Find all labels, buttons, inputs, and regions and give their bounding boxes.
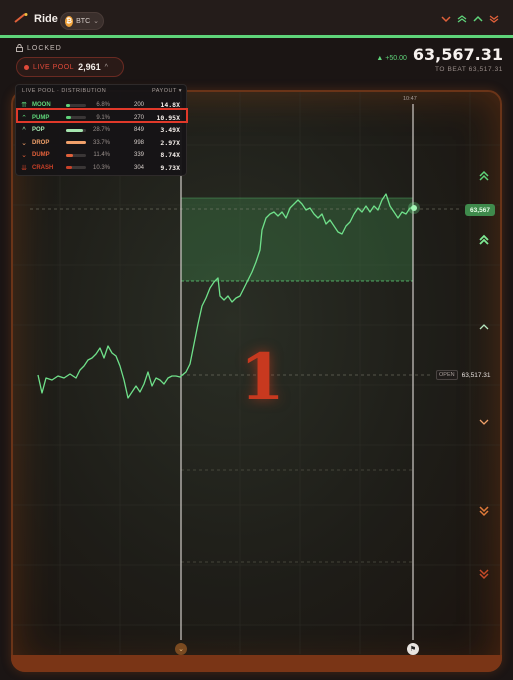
- pump-zone-icon[interactable]: [477, 234, 491, 246]
- payout-multiplier: 2.97X: [160, 138, 180, 147]
- share-percent: 10.3%: [92, 164, 110, 171]
- share-bar: [66, 103, 86, 107]
- distribution-row-dump[interactable]: ⌄ DUMP 11.4% 339 8.74X: [20, 149, 186, 161]
- distribution-row-drop[interactable]: ⌄ DROP 33.7% 998 2.97X: [20, 137, 186, 149]
- payout-header[interactable]: PAYOUT ▾: [152, 88, 182, 94]
- pump-row-highlight: [16, 108, 188, 123]
- participant-count: 998: [133, 139, 144, 146]
- participant-count: 304: [133, 164, 144, 171]
- dump-icon: ⌄: [21, 152, 27, 159]
- start-marker-handle[interactable]: ⌄: [175, 643, 187, 655]
- crash-zone-icon[interactable]: [477, 568, 491, 580]
- participant-count: 339: [133, 152, 144, 158]
- participant-count: 849: [133, 127, 144, 133]
- countdown-number: 1: [240, 340, 285, 415]
- drop-icon: ⌄: [21, 139, 27, 147]
- distribution-row-crash[interactable]: ⇊ CRASH 10.3% 304 9.73X: [20, 162, 186, 174]
- open-price-tag: OPEN 63,517.31: [436, 370, 491, 380]
- outcome-name: POP: [32, 127, 45, 133]
- payout-multiplier: 8.74X: [160, 151, 180, 159]
- share-percent: 11.4%: [93, 152, 110, 158]
- crash-icon: ⇊: [21, 164, 27, 172]
- share-bar: [66, 166, 86, 169]
- open-value: 63,517.31: [461, 371, 491, 379]
- drop-zone-icon[interactable]: [477, 417, 491, 427]
- outcome-name: CRASH: [32, 164, 54, 171]
- distribution-row-pop[interactable]: ^ POP 28.7% 849 3.49X: [20, 124, 186, 136]
- pop-icon: ^: [22, 126, 26, 134]
- outcome-name: DROP: [32, 139, 50, 146]
- payout-multiplier: 9.73X: [160, 163, 180, 172]
- time-label: 10:47: [403, 96, 417, 102]
- pop-zone-icon[interactable]: [477, 322, 491, 332]
- outcome-name: DUMP: [32, 152, 50, 158]
- share-percent: 28.7%: [92, 127, 110, 133]
- payout-multiplier: 3.49X: [160, 126, 180, 134]
- current-price-tag: 63,567: [465, 204, 495, 216]
- open-label: OPEN: [436, 370, 458, 380]
- dump-zone-icon[interactable]: [477, 505, 491, 517]
- share-bar: [66, 128, 86, 132]
- share-bar: [66, 141, 86, 144]
- distribution-title: LIVE POOL · DISTRIBUTION: [22, 88, 107, 94]
- finish-flag-icon[interactable]: ⚑: [407, 643, 419, 655]
- distribution-panel: LIVE POOL · DISTRIBUTION PAYOUT ▾ ⇈ MOON 6…: [15, 84, 187, 176]
- moon-zone-icon[interactable]: [477, 170, 491, 182]
- share-bar: [66, 153, 86, 157]
- share-percent: 33.7%: [92, 139, 110, 146]
